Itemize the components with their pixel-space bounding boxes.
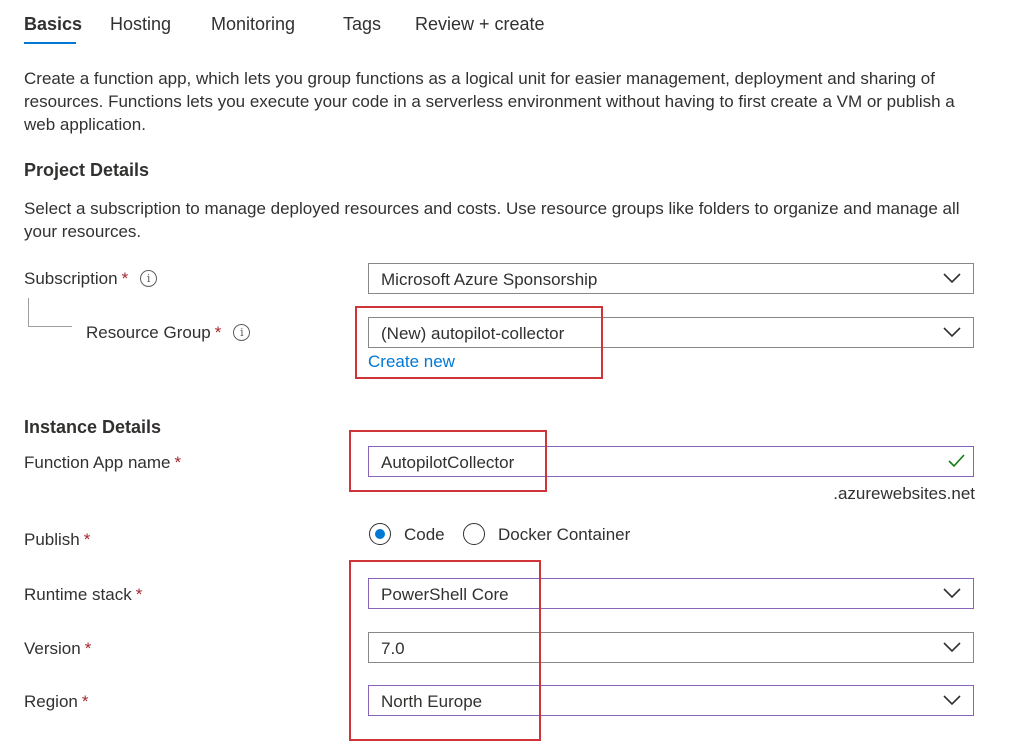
chevron-down-icon [943, 327, 961, 338]
intro-description: Create a function app, which lets you gr… [24, 69, 955, 134]
subscription-label: Subscription * i [24, 269, 158, 289]
publish-docker-label[interactable]: Docker Container [498, 525, 630, 545]
required-marker: * [83, 530, 91, 549]
publish-code-label[interactable]: Code [404, 525, 445, 545]
function-app-name-label-text: Function App name [24, 453, 171, 472]
create-new-link[interactable]: Create new [368, 352, 455, 372]
version-label-text: Version [24, 639, 81, 658]
resource-group-dropdown[interactable]: (New) autopilot-collector [368, 317, 974, 348]
tab-basics[interactable]: Basics [24, 14, 83, 44]
required-marker: * [214, 323, 222, 342]
active-tab-indicator [24, 42, 76, 44]
tab-hosting[interactable]: Hosting [110, 14, 171, 35]
resource-group-label-text: Resource Group [86, 323, 211, 342]
subscription-label-text: Subscription [24, 269, 118, 288]
version-value: 7.0 [381, 639, 405, 658]
publish-label-text: Publish [24, 530, 80, 549]
project-details-heading: Project Details [24, 160, 150, 180]
project-details-description: Select a subscription to manage deployed… [24, 199, 960, 241]
version-dropdown[interactable]: 7.0 [368, 632, 974, 663]
tab-tags[interactable]: Tags [343, 14, 381, 35]
chevron-down-icon [943, 273, 961, 284]
info-icon[interactable]: i [233, 324, 251, 341]
resource-group-value: (New) autopilot-collector [381, 324, 565, 343]
required-marker: * [81, 692, 89, 711]
region-value: North Europe [381, 692, 483, 711]
runtime-stack-label: Runtime stack * [24, 585, 142, 605]
info-icon[interactable]: i [140, 270, 158, 287]
tree-connector-horizontal [28, 326, 72, 327]
publish-docker-radio[interactable] [463, 523, 485, 545]
function-app-name-value: AutopilotCollector [381, 453, 515, 472]
required-marker: * [135, 585, 143, 604]
tab-review-create[interactable]: Review + create [415, 14, 545, 35]
publish-code-radio[interactable] [369, 523, 391, 545]
tab-monitoring[interactable]: Monitoring [211, 14, 295, 35]
function-app-name-label: Function App name * [24, 453, 181, 473]
checkmark-icon [948, 454, 965, 468]
resource-group-label: Resource Group * i [86, 323, 251, 343]
function-app-name-input[interactable]: AutopilotCollector [368, 446, 974, 477]
chevron-down-icon [943, 695, 961, 706]
required-marker: * [121, 269, 129, 288]
region-dropdown[interactable]: North Europe [368, 685, 974, 716]
required-marker: * [174, 453, 182, 472]
region-label: Region * [24, 692, 89, 712]
required-marker: * [84, 639, 92, 658]
publish-label: Publish * [24, 530, 90, 550]
runtime-stack-value: PowerShell Core [381, 585, 509, 604]
chevron-down-icon [943, 588, 961, 599]
runtime-stack-label-text: Runtime stack [24, 585, 132, 604]
tree-connector-vertical [28, 298, 29, 326]
instance-details-heading: Instance Details [24, 417, 162, 437]
region-label-text: Region [24, 692, 78, 711]
radio-selected-dot [374, 528, 385, 539]
version-label: Version * [24, 639, 91, 659]
domain-suffix: .azurewebsites.net [833, 484, 975, 503]
chevron-down-icon [943, 642, 961, 653]
subscription-dropdown[interactable]: Microsoft Azure Sponsorship [368, 263, 974, 294]
tab-label: Basics [24, 14, 83, 34]
runtime-stack-dropdown[interactable]: PowerShell Core [368, 578, 974, 609]
subscription-value: Microsoft Azure Sponsorship [381, 270, 598, 289]
